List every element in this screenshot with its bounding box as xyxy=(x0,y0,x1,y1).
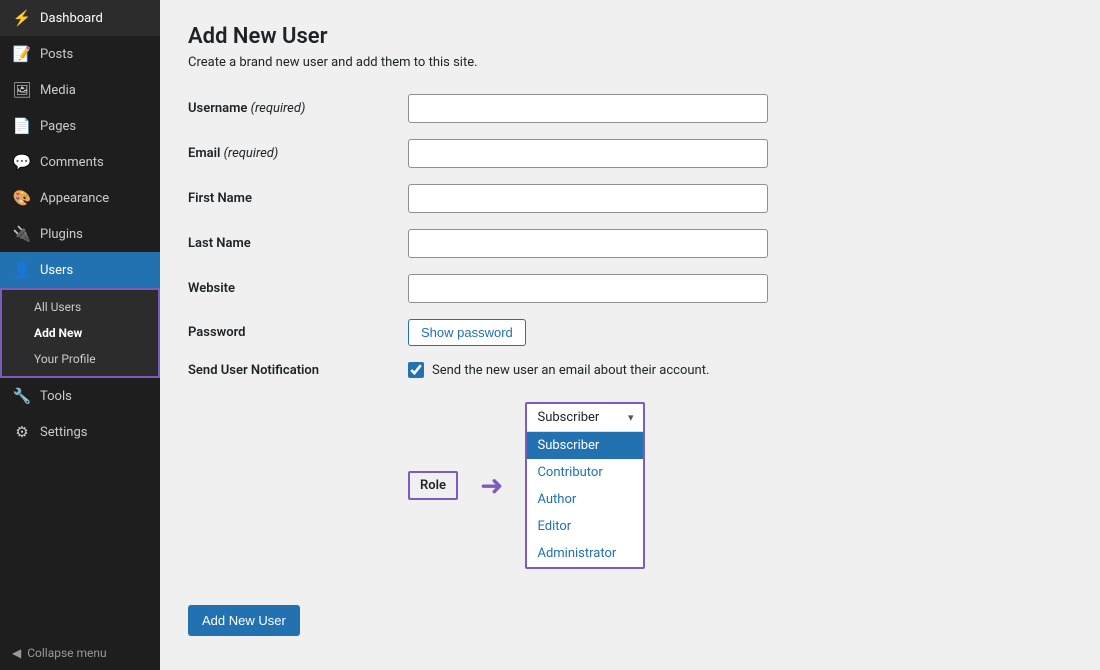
sidebar-item-dashboard[interactable]: ⚡ Dashboard xyxy=(0,0,160,36)
tools-icon: 🔧 xyxy=(12,387,32,405)
sidebar: ⚡ Dashboard 📝 Posts 🖼 Media 📄 Pages 💬 Co… xyxy=(0,0,160,670)
sidebar-item-plugins[interactable]: 🔌 Plugins xyxy=(0,216,160,252)
users-icon: 👤 xyxy=(12,261,32,279)
firstname-input[interactable] xyxy=(408,184,768,213)
comments-icon: 💬 xyxy=(12,153,32,171)
role-arrow-icon: ➜ xyxy=(480,469,503,502)
sidebar-item-label: Comments xyxy=(40,155,104,170)
show-password-button[interactable]: Show password xyxy=(408,319,526,346)
sidebar-item-label: Pages xyxy=(40,119,76,134)
posts-icon: 📝 xyxy=(12,45,32,63)
password-row: Password Show password xyxy=(188,319,1072,346)
submit-section: Add New User xyxy=(188,605,1072,636)
email-input[interactable] xyxy=(408,139,768,168)
email-row: Email (required) xyxy=(188,139,1072,168)
dashboard-icon: ⚡ xyxy=(12,9,32,27)
add-new-user-button[interactable]: Add New User xyxy=(188,605,300,636)
lastname-row: Last Name xyxy=(188,229,1072,258)
sidebar-item-label: Media xyxy=(40,83,76,98)
sidebar-item-label: Plugins xyxy=(40,227,83,242)
sidebar-item-add-new[interactable]: Add New xyxy=(2,320,158,346)
collapse-menu[interactable]: ◀ Collapse menu xyxy=(0,636,160,670)
sidebar-item-label: Users xyxy=(40,263,73,278)
sidebar-item-all-users[interactable]: All Users xyxy=(2,294,158,320)
website-input[interactable] xyxy=(408,274,768,303)
username-row: Username (required) xyxy=(188,94,1072,123)
role-option-editor[interactable]: Editor xyxy=(527,513,643,540)
sidebar-item-media[interactable]: 🖼 Media xyxy=(0,72,160,108)
sidebar-item-label: Dashboard xyxy=(40,11,103,26)
pages-icon: 📄 xyxy=(12,117,32,135)
sidebar-item-label: Posts xyxy=(40,47,73,62)
website-row: Website xyxy=(188,274,1072,303)
settings-icon: ⚙ xyxy=(12,423,32,441)
sidebar-item-settings[interactable]: ⚙ Settings xyxy=(0,414,160,450)
notification-checkbox[interactable] xyxy=(408,362,424,378)
sidebar-item-appearance[interactable]: 🎨 Appearance xyxy=(0,180,160,216)
role-row: Role ➜ Subscriber ▾ Subscriber Contribut… xyxy=(188,394,1072,589)
users-submenu: All Users Add New Your Profile xyxy=(0,288,160,378)
role-option-administrator[interactable]: Administrator xyxy=(527,540,643,567)
role-selected-text: Subscriber xyxy=(537,410,599,425)
firstname-label: First Name xyxy=(188,191,408,206)
role-label-box: Role xyxy=(408,471,458,500)
sidebar-item-posts[interactable]: 📝 Posts xyxy=(0,36,160,72)
subtitle-text: Create a brand new user and add them to … xyxy=(188,55,478,70)
plugins-icon: 🔌 xyxy=(12,225,32,243)
page-title: Add New User xyxy=(188,24,1072,49)
sidebar-item-pages[interactable]: 📄 Pages xyxy=(0,108,160,144)
sidebar-item-users[interactable]: 👤 Users xyxy=(0,252,160,288)
sidebar-item-label: Tools xyxy=(40,389,72,404)
firstname-row: First Name xyxy=(188,184,1072,213)
main-content: Add New User Create a brand new user and… xyxy=(160,0,1100,670)
username-input[interactable] xyxy=(408,94,768,123)
notification-text: Send the new user an email about their a… xyxy=(432,363,709,378)
notification-content: Send the new user an email about their a… xyxy=(408,362,709,378)
role-option-author[interactable]: Author xyxy=(527,486,643,513)
sidebar-item-tools[interactable]: 🔧 Tools xyxy=(0,378,160,414)
role-options-list: Subscriber Contributor Author Editor Adm… xyxy=(527,432,643,567)
password-label: Password xyxy=(188,325,408,340)
email-label: Email (required) xyxy=(188,146,408,161)
lastname-label: Last Name xyxy=(188,236,408,251)
username-label: Username (required) xyxy=(188,101,408,116)
lastname-input[interactable] xyxy=(408,229,768,258)
sidebar-item-label: Settings xyxy=(40,425,87,440)
notification-row: Send User Notification Send the new user… xyxy=(188,362,1072,378)
sidebar-item-your-profile[interactable]: Your Profile xyxy=(2,346,158,372)
media-icon: 🖼 xyxy=(12,81,32,99)
page-subtitle: Create a brand new user and add them to … xyxy=(188,55,1072,70)
role-option-subscriber[interactable]: Subscriber xyxy=(527,432,643,459)
role-dropdown[interactable]: Subscriber ▾ Subscriber Contributor Auth… xyxy=(525,402,645,569)
role-option-contributor[interactable]: Contributor xyxy=(527,459,643,486)
appearance-icon: 🎨 xyxy=(12,189,32,207)
notification-label: Send User Notification xyxy=(188,363,408,378)
role-section: Role ➜ Subscriber ▾ Subscriber Contribut… xyxy=(408,402,645,569)
website-label: Website xyxy=(188,281,408,296)
collapse-icon: ◀ xyxy=(12,646,21,660)
sidebar-item-label: Appearance xyxy=(40,191,109,206)
sidebar-item-comments[interactable]: 💬 Comments xyxy=(0,144,160,180)
chevron-down-icon: ▾ xyxy=(628,411,634,424)
role-select-header[interactable]: Subscriber ▾ xyxy=(527,404,643,432)
